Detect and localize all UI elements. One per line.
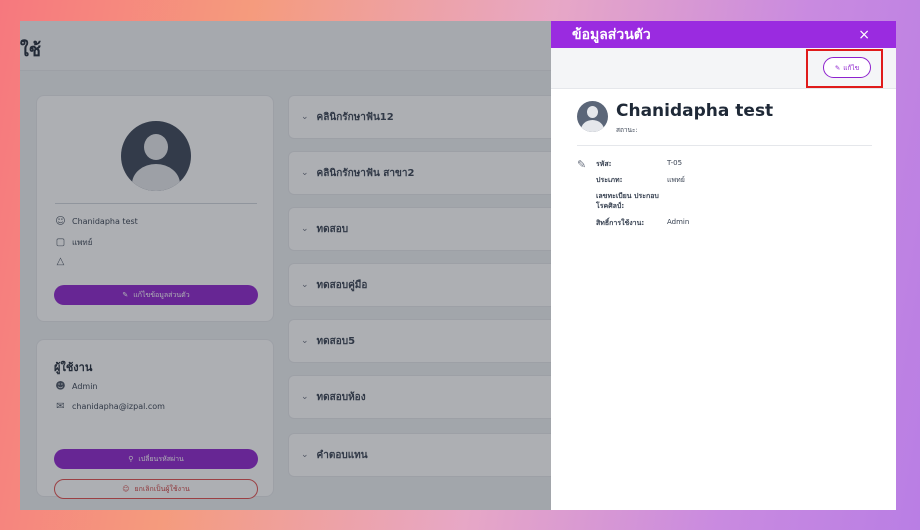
- top-bar: [20, 21, 551, 71]
- field-label-type: ประเภท:: [596, 176, 623, 184]
- field-label-license: เลขทะเบียน ประกอบโรคศิลป์:: [596, 192, 659, 210]
- drawer-toolbar: ✎ แก้ไข: [551, 48, 896, 89]
- cancel-user-button[interactable]: ☺ ยกเลิกเป็นผู้ใช้งาน: [54, 479, 258, 499]
- clinic-item[interactable]: ⌄ ทดสอบ: [288, 207, 558, 251]
- clinic-item[interactable]: ⌄ คลินิกรักษาฟัน สาขา2: [288, 151, 558, 195]
- user-card-heading: ผู้ใช้งาน: [54, 361, 93, 374]
- profile-card: ☺ Chanidapha test ▢ แพทย์ △ ✎ แก้ไขข้อมู…: [36, 95, 274, 322]
- avatar: [121, 121, 191, 191]
- edit-button[interactable]: ✎ แก้ไข: [823, 57, 871, 78]
- chevron-down-icon: ⌄: [301, 280, 309, 290]
- app-window: ใช้ ☺ Chanidapha test ▢ แพทย์ △ ✎ แก้ไขข…: [20, 21, 896, 510]
- user-remove-icon: ☺: [122, 485, 130, 493]
- profile-education-row: △: [55, 256, 66, 267]
- permission-value: Admin: [72, 382, 98, 391]
- drawer-title: ข้อมูลส่วนตัว: [572, 26, 651, 43]
- chevron-down-icon: ⌄: [301, 224, 309, 234]
- chevron-down-icon: ⌄: [301, 450, 309, 460]
- chevron-down-icon: ⌄: [301, 392, 309, 402]
- key-icon: ⚲: [128, 455, 134, 463]
- field-label-permission: สิทธิ์การใช้งาน:: [596, 219, 645, 227]
- status-label: สถานะ:: [616, 126, 638, 134]
- change-password-button[interactable]: ⚲ เปลี่ยนรหัสผ่าน: [54, 449, 258, 469]
- chevron-down-icon: ⌄: [301, 336, 309, 346]
- clinic-item[interactable]: ⌄ คำตอบแทน: [288, 433, 558, 477]
- drawer-header: ข้อมูลส่วนตัว ×: [551, 21, 896, 48]
- briefcase-icon: ▢: [55, 237, 66, 248]
- avatar: [577, 101, 608, 132]
- graduation-cap-icon: △: [56, 256, 65, 267]
- user-card: ผู้ใช้งาน ☻ Admin ✉ chanidapha@izpal.com…: [36, 339, 274, 499]
- divider: [55, 203, 257, 204]
- mail-icon: ✉: [56, 401, 65, 412]
- profile-name: Chanidapha test: [616, 101, 774, 121]
- personal-info-drawer: ข้อมูลส่วนตัว × ✎ แก้ไข Chanidapha test …: [551, 21, 896, 510]
- profile-role: แพทย์: [72, 238, 93, 247]
- field-value-permission: Admin: [667, 218, 690, 226]
- email-value: chanidapha@izpal.com: [72, 402, 165, 411]
- chevron-down-icon: ⌄: [301, 112, 309, 122]
- edit-profile-button[interactable]: ✎ แก้ไขข้อมูลส่วนตัว: [54, 285, 258, 305]
- users-icon: ☻: [55, 381, 66, 392]
- user-icon: ☺: [55, 216, 66, 227]
- profile-role-row: ▢ แพทย์: [55, 236, 93, 249]
- field-value-type: แพทย์: [667, 176, 685, 184]
- page-title: ใช้: [20, 40, 42, 61]
- clinic-item[interactable]: ⌄ ทดสอบคู่มือ: [288, 263, 558, 307]
- email-row: ✉ chanidapha@izpal.com: [55, 401, 165, 412]
- clinic-item[interactable]: ⌄ คลินิกรักษาฟัน12: [288, 95, 558, 139]
- edit-icon: ✎: [122, 291, 129, 299]
- clinic-item[interactable]: ⌄ ทดสอบห้อง: [288, 375, 558, 419]
- profile-name: Chanidapha test: [72, 217, 138, 226]
- field-label-code: รหัส:: [596, 160, 612, 168]
- field-value-code: T-05: [667, 159, 683, 167]
- divider: [577, 145, 872, 146]
- permission-row: ☻ Admin: [55, 381, 98, 392]
- profile-name-row: ☺ Chanidapha test: [55, 216, 138, 227]
- chevron-down-icon: ⌄: [301, 168, 309, 178]
- edit-icon: ✎: [577, 158, 587, 171]
- edit-icon: ✎: [834, 63, 841, 72]
- close-icon[interactable]: ×: [858, 27, 870, 43]
- clinic-item[interactable]: ⌄ ทดสอบ5: [288, 319, 558, 363]
